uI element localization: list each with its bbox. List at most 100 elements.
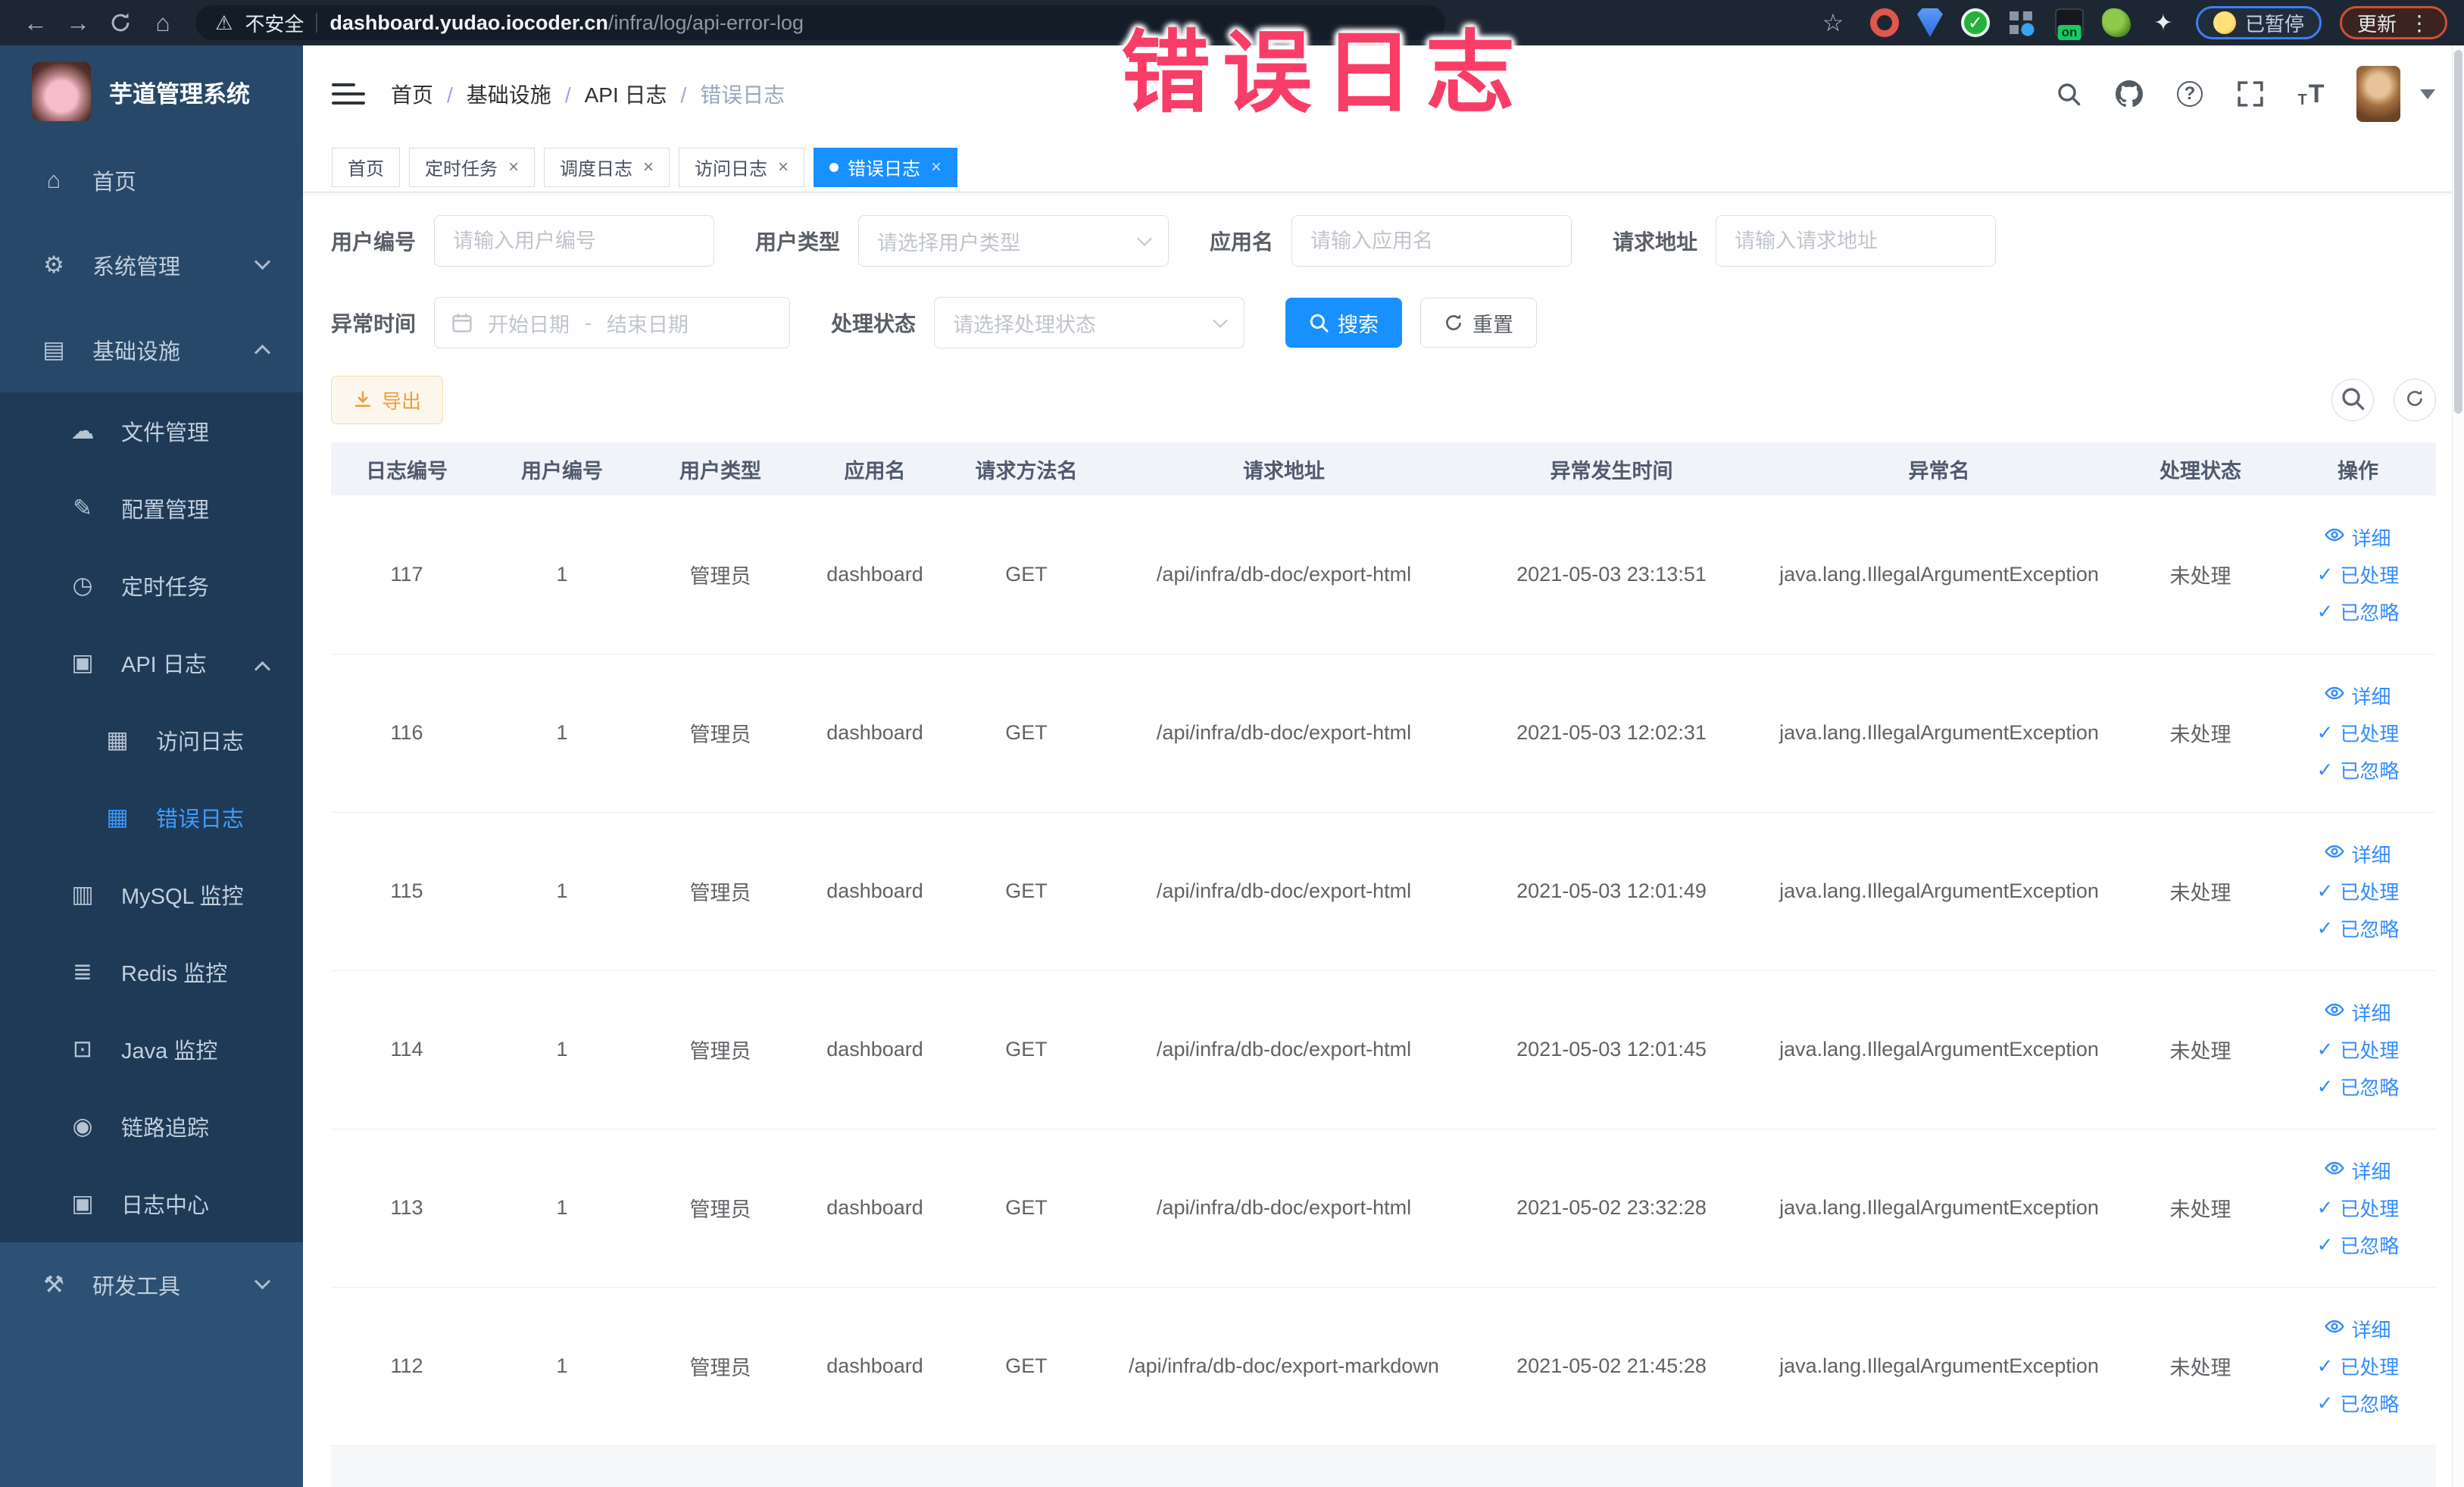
fullscreen-icon[interactable] (2235, 79, 2266, 109)
close-icon[interactable]: × (643, 157, 654, 178)
home-icon[interactable]: ⌂ (144, 5, 182, 40)
app-name-input[interactable] (1291, 215, 1572, 267)
mark-processed-action-link[interactable]: ✓ 已处理 (2317, 1036, 2400, 1064)
bookmark-star-icon[interactable]: ☆ (1814, 5, 1852, 40)
sidebar-collapse-icon[interactable] (332, 79, 365, 109)
tag-view-tab[interactable]: 定时任务 × (409, 147, 536, 187)
chevron-down-icon[interactable] (2420, 89, 2435, 99)
ext-grid-apps-icon[interactable] (2007, 8, 2037, 37)
cell-user-id: 1 (482, 1287, 642, 1446)
close-icon[interactable]: × (931, 157, 942, 178)
cell-status: 未处理 (2121, 495, 2280, 654)
request-url-input[interactable] (1716, 215, 1997, 267)
ext-puzzle-icon[interactable]: ✦ (2149, 8, 2178, 37)
user-id-input[interactable] (434, 215, 715, 267)
export-button[interactable]: 导出 (331, 376, 444, 424)
check-icon: ✓ (2316, 917, 2334, 939)
cell-user-id: 1 (482, 812, 642, 971)
forward-icon[interactable]: → (59, 5, 97, 40)
sidebar-item[interactable]: ≣ Redis 监控 (0, 933, 303, 1011)
breadcrumb-item[interactable]: 首页 (391, 79, 467, 109)
detail-action-link[interactable]: 详细 (2325, 1315, 2391, 1343)
process-status-select[interactable]: 请选择处理状态 (934, 297, 1245, 348)
update-button[interactable]: 更新 ⋮ (2339, 6, 2447, 39)
ext-green-leaf-icon[interactable] (2101, 8, 2131, 37)
toggle-search-button[interactable] (2331, 379, 2374, 421)
detail-action-link[interactable]: 详细 (2325, 998, 2391, 1026)
address-bar[interactable]: ⚠ 不安全 dashboard.yudao.iocoder.cn/infra/l… (195, 5, 1445, 40)
sidebar-item[interactable]: ▤ 基础设施 (0, 308, 303, 392)
detail-action-link[interactable]: 详细 (2325, 682, 2391, 710)
divider (316, 13, 318, 33)
exception-time-range-picker[interactable]: 开始日期 - 结束日期 (434, 297, 791, 348)
github-icon[interactable] (2114, 79, 2144, 109)
mark-processed-action-link[interactable]: ✓ 已处理 (2317, 1352, 2400, 1380)
breadcrumb-item[interactable]: API 日志 (585, 79, 701, 109)
search-button[interactable]: 搜索 (1285, 298, 1403, 348)
cell-log-id: 113 (331, 1129, 482, 1288)
page-scrollbar[interactable] (2452, 45, 2464, 1487)
sidebar-item[interactable]: ✎ 配置管理 (0, 470, 303, 547)
ext-blue-shield-icon[interactable] (1916, 8, 1943, 37)
ext-orange-ring-icon[interactable] (1869, 8, 1899, 37)
mark-ignored-action-link[interactable]: ✓ 已忽略 (2317, 914, 2400, 942)
sidebar-item[interactable]: ▦ 访问日志 (0, 701, 303, 779)
cell-exception-time: 2021-05-03 12:01:45 (1466, 970, 1757, 1129)
smiley-icon (2213, 11, 2236, 34)
mark-ignored-action-link[interactable]: ✓ 已忽略 (2317, 1231, 2400, 1259)
back-icon[interactable]: ← (17, 5, 55, 40)
sidebar-item[interactable]: ⊡ Java 监控 (0, 1011, 303, 1088)
detail-action-link[interactable]: 详细 (2325, 523, 2391, 551)
job-icon: ◷ (72, 572, 93, 598)
mark-processed-action-link[interactable]: ✓ 已处理 (2317, 1194, 2400, 1222)
sidebar-item[interactable]: ▦ 错误日志 (0, 779, 303, 856)
breadcrumb-item[interactable]: 错误日志 (700, 79, 785, 109)
sidebar-item[interactable]: ◷ 定时任务 (0, 547, 303, 624)
refresh-table-button[interactable] (2394, 379, 2436, 421)
browser-menu-dots-icon[interactable]: ⋮ (2409, 11, 2430, 36)
detail-action-link[interactable]: 详细 (2325, 840, 2391, 868)
search-icon[interactable] (2053, 79, 2084, 109)
mark-ignored-action-link[interactable]: ✓ 已忽略 (2317, 756, 2400, 784)
close-icon[interactable]: × (778, 157, 789, 178)
ext-dark-on-icon[interactable]: on (2054, 8, 2084, 40)
help-icon[interactable]: ? (2175, 79, 2205, 109)
page-content: 用户编号 用户类型 请选择用户类型 应用名 请求地址 (303, 192, 2464, 1487)
log-center-icon: ▣ (71, 1190, 94, 1217)
tag-view-tab[interactable]: 调度日志 × (544, 147, 670, 187)
tag-view-tab[interactable]: 错误日志 × (814, 147, 958, 187)
sidebar-item[interactable]: ⚒ 研发工具 (0, 1242, 303, 1327)
ext-green-check-icon[interactable]: ✓ (1960, 8, 1990, 37)
reset-button[interactable]: 重置 (1420, 298, 1538, 348)
scrollbar-thumb[interactable] (2454, 50, 2462, 414)
paused-extension-pill[interactable]: 已暂停 (2195, 6, 2322, 39)
devtools-icon: ⚒ (43, 1271, 64, 1298)
avatar[interactable] (2356, 66, 2400, 122)
reload-icon[interactable] (101, 5, 139, 40)
mark-ignored-action-link[interactable]: ✓ 已忽略 (2317, 598, 2400, 626)
font-size-icon[interactable]: TT (2296, 79, 2326, 109)
close-icon[interactable]: × (508, 157, 519, 178)
check-icon: ✓ (2316, 1233, 2334, 1256)
breadcrumb-item[interactable]: 基础设施 (467, 79, 585, 109)
sidebar-item[interactable]: ☁ 文件管理 (0, 392, 303, 470)
sidebar-item[interactable]: ⚙ 系统管理 (0, 223, 303, 308)
tag-view-tab[interactable]: 访问日志 × (679, 147, 805, 187)
mark-processed-action-link[interactable]: ✓ 已处理 (2317, 561, 2400, 589)
mark-ignored-action-link[interactable]: ✓ 已忽略 (2317, 1389, 2400, 1417)
sidebar-item[interactable]: ▣ 日志中心 (0, 1165, 303, 1242)
sidebar-logo-row[interactable]: 芋道管理系统 (0, 45, 303, 138)
sidebar-item[interactable]: ▣ API 日志 (0, 624, 303, 701)
sidebar-item[interactable]: ◉ 链路追踪 (0, 1088, 303, 1165)
mark-processed-action-link[interactable]: ✓ 已处理 (2317, 877, 2400, 905)
sidebar-item[interactable]: ⌂ 首页 (0, 138, 303, 223)
user-type-select[interactable]: 请选择用户类型 (858, 215, 1170, 267)
sidebar-item[interactable]: ▥ MySQL 监控 (0, 856, 303, 933)
mark-processed-action-link[interactable]: ✓ 已处理 (2317, 719, 2400, 747)
detail-action-link[interactable]: 详细 (2325, 1157, 2391, 1185)
mark-ignored-action-link[interactable]: ✓ 已忽略 (2317, 1073, 2400, 1101)
tag-view-tab[interactable]: 首页 × (332, 147, 400, 187)
cell-log-id: 117 (331, 495, 482, 654)
sidebar-item-label: Redis 监控 (121, 962, 228, 986)
cell-log-id: 116 (331, 654, 482, 813)
